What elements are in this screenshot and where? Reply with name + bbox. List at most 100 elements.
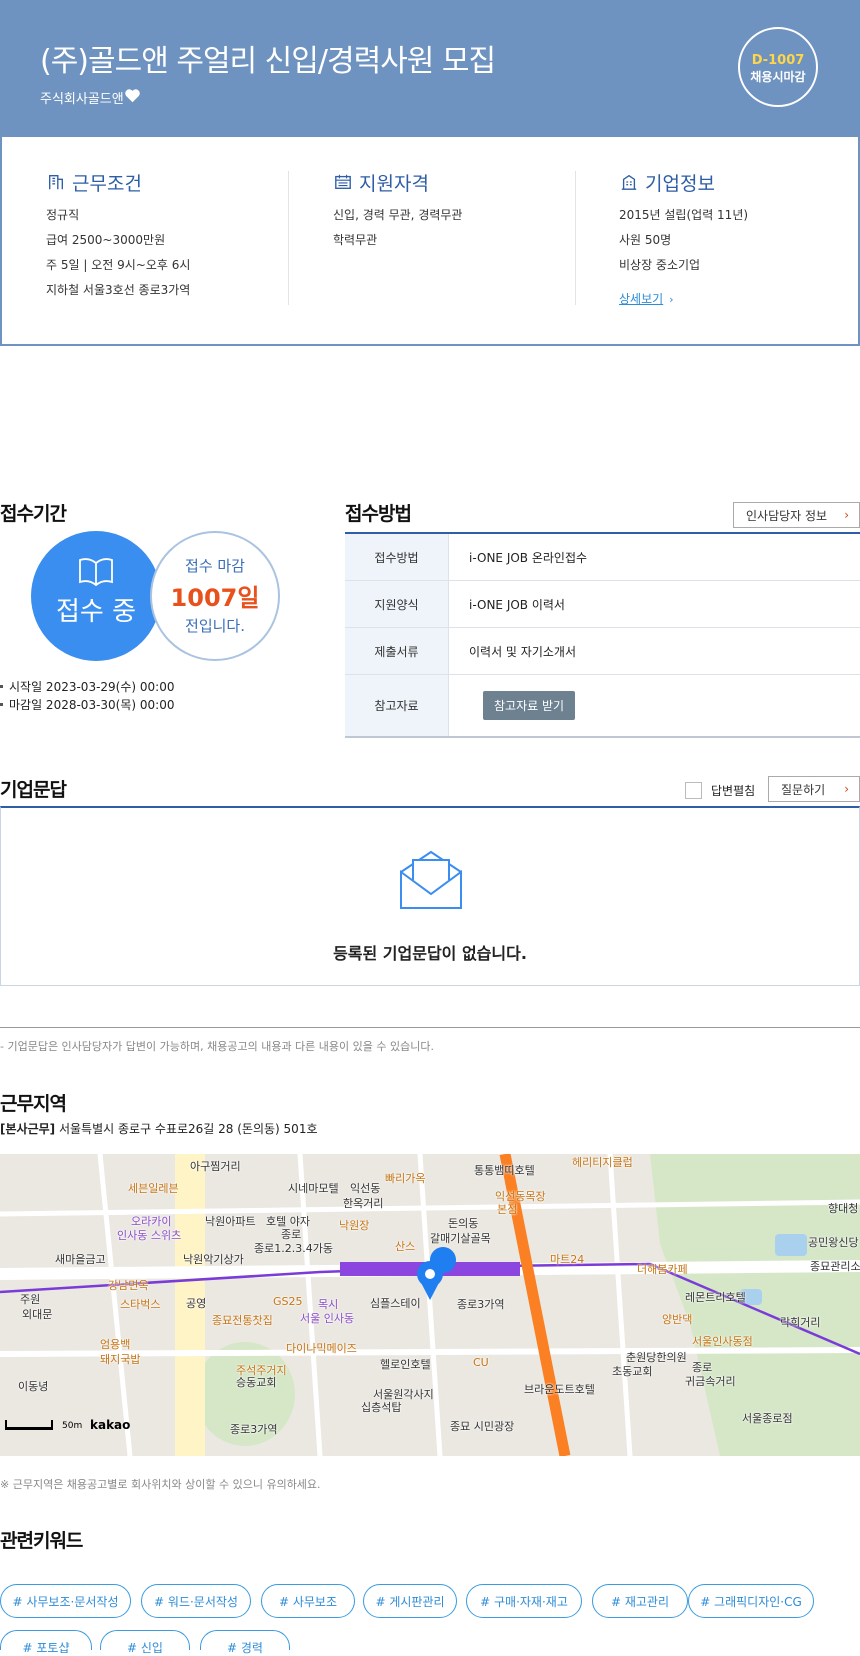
- location-title: 근무지역: [0, 1093, 67, 1115]
- heart-icon[interactable]: [124, 87, 141, 104]
- map-scale: 50m: [62, 1421, 83, 1431]
- qna-panel: 등록된 기업문답이 없습니다.: [0, 806, 860, 986]
- dday-count: D-1007: [751, 53, 805, 68]
- map-label: 종로3가역: [457, 1298, 505, 1311]
- deadline-label: 채용시마감: [750, 70, 806, 84]
- map-label: 브라운도트호텔: [524, 1383, 595, 1396]
- qna-empty-message: 등록된 기업문답이 없습니다.: [333, 944, 527, 963]
- work-conditions: 근무조건 정규직 급여 2500~3000만원 주 5일 | 오전 9시~오후 …: [46, 169, 191, 298]
- keywords-title: 관련키워드: [0, 1530, 83, 1552]
- qualification-item: 학력무관: [333, 233, 378, 247]
- map-label: 엄용백: [100, 1338, 131, 1351]
- divider: [575, 171, 576, 305]
- map-label: 익선동: [350, 1182, 381, 1195]
- method-title: 접수방법: [345, 503, 412, 525]
- keyword-tag[interactable]: # 사무보조: [261, 1584, 355, 1618]
- map-label: 낙원장: [339, 1219, 370, 1232]
- row-key: 지원양식: [345, 581, 449, 627]
- map-label: 공영: [186, 1297, 207, 1310]
- office-icon: [621, 174, 637, 190]
- map-label: 이동녕: [18, 1380, 49, 1393]
- row-key: 제출서류: [345, 628, 449, 674]
- row-value: i-ONE JOB 온라인접수: [469, 550, 588, 565]
- company-item: 비상장 중소기업: [619, 258, 701, 272]
- deadline-circle: 접수 마감 1007일 전입니다.: [150, 531, 280, 661]
- map-label: 새마을금고: [55, 1253, 106, 1266]
- company-info-title: 기업정보: [645, 172, 715, 195]
- map-label: CU: [473, 1356, 489, 1369]
- map-label: 종로3가역: [230, 1423, 278, 1436]
- deadline-days: 1007일: [170, 584, 260, 612]
- envelope-icon: [400, 850, 462, 909]
- keyword-tag[interactable]: # 사무보조·문서작성: [0, 1584, 131, 1618]
- keyword-tag[interactable]: # 구매·자재·재고: [466, 1584, 582, 1618]
- building-icon: [49, 175, 63, 190]
- map-label: 돈의동: [448, 1217, 479, 1230]
- keyword-tag[interactable]: # 포토샵: [0, 1630, 92, 1655]
- qna-title: 기업문답: [0, 779, 67, 801]
- keyword-tag[interactable]: # 재고관리: [592, 1584, 688, 1618]
- map-label: 강남면옥: [108, 1279, 149, 1292]
- keyword-tag[interactable]: # 그래픽디자인·CG: [688, 1584, 814, 1618]
- receipt-status-circle: 접수 중: [31, 531, 161, 661]
- company-detail-link[interactable]: 상세보기: [619, 292, 663, 306]
- book-icon: [79, 558, 113, 586]
- office-tag: [본사근무]: [0, 1122, 56, 1136]
- map-label: 갈매기살골목: [430, 1232, 491, 1245]
- ask-question-button[interactable]: 질문하기 ›: [768, 776, 860, 802]
- period-title: 접수기간: [0, 503, 67, 525]
- work-address: [본사근무] 서울특별시 종로구 수표로26길 28 (돈의동) 501호: [0, 1120, 318, 1137]
- keyword-tag[interactable]: # 워드·문서작성: [141, 1584, 251, 1618]
- map-label: 공민왕신당: [808, 1236, 859, 1249]
- map-label: 레몬트리호텔: [685, 1291, 746, 1304]
- keyword-tag[interactable]: # 경력: [200, 1630, 290, 1655]
- map-label: 심플스테이: [370, 1297, 421, 1310]
- ask-question-label: 질문하기: [781, 782, 826, 797]
- method-table: 접수방법 i-ONE JOB 온라인접수 지원양식 i-ONE JOB 이력서 제출…: [345, 532, 860, 738]
- map-label: 락희거리: [780, 1316, 821, 1329]
- chevron-right-icon: ›: [844, 508, 849, 522]
- job-title: (주)골드앤 주얼리 신입/경력사원 모집: [40, 44, 496, 79]
- company-name[interactable]: 주식회사골드앤: [40, 88, 124, 107]
- map-label: 통통뱀띠호텔: [474, 1164, 535, 1177]
- company-item: 사원 50명: [619, 233, 672, 247]
- map-label: 산스: [395, 1240, 416, 1253]
- map-label: 헤리티지클럽: [572, 1156, 633, 1169]
- map-brand: kakao: [90, 1418, 131, 1432]
- work-item: 지하철 서울3호선 종로3가역: [46, 283, 191, 297]
- map-label: 종묘전통찻집: [212, 1314, 273, 1327]
- chevron-right-icon: ›: [669, 293, 674, 306]
- map-label: 서울 인사동: [300, 1312, 355, 1325]
- table-row: 지원양식 i-ONE JOB 이력서: [345, 581, 860, 628]
- map-label: 다이나믹메이즈: [286, 1342, 357, 1355]
- location-map[interactable]: 아구찜거리 세븐일레븐 시네마모텔 빠리가옥 통통뱀띠호텔 헤리티지클럽 익선동 한옥거리 익선…: [0, 1154, 860, 1456]
- company-item: 2015년 설립(업력 11년): [619, 208, 749, 222]
- expand-answers-label[interactable]: 답변펼침: [711, 782, 755, 799]
- hr-contact-button[interactable]: 인사담당자 정보 ›: [733, 502, 860, 528]
- work-title: 근무조건: [72, 172, 142, 195]
- row-value: 이력서 및 자기소개서: [469, 644, 576, 659]
- keyword-tag[interactable]: # 게시판관리: [363, 1584, 457, 1618]
- expand-answers-checkbox[interactable]: [685, 782, 702, 799]
- map-label: 십층석탑: [361, 1401, 402, 1414]
- map-label: 서울인사동점: [692, 1335, 753, 1348]
- keyword-tag[interactable]: # 신입: [100, 1630, 190, 1655]
- work-item: 급여 2500~3000만원: [46, 233, 166, 247]
- map-label: 스타벅스: [120, 1298, 161, 1311]
- hr-contact-label: 인사담당자 정보: [746, 508, 828, 523]
- map-label: 주원: [20, 1293, 41, 1306]
- reference-download-button[interactable]: 참고자료 받기: [483, 691, 576, 720]
- chevron-right-icon: ›: [844, 782, 849, 796]
- deadline-top: 접수 마감: [185, 557, 245, 575]
- calendar-icon: [335, 174, 351, 189]
- map-label: 서울종로점: [742, 1412, 793, 1425]
- deadline-bottom: 전입니다.: [185, 617, 245, 635]
- dday-badge: D-1007 채용시마감: [738, 27, 818, 107]
- map-label: 돼지국밥: [100, 1353, 141, 1366]
- map-label: 마트24: [550, 1253, 585, 1266]
- map-label: 향대청: [828, 1202, 859, 1215]
- table-row: 접수방법 i-ONE JOB 온라인접수: [345, 534, 860, 581]
- location-note: ※ 근무지역은 채용공고별로 회사위치와 상이할 수 있으니 유의하세요.: [0, 1478, 321, 1491]
- end-date: 마감일 2028-03-30(목) 00:00: [9, 698, 175, 712]
- qna-note: - 기업문답은 인사담당자가 답변이 가능하며, 채용공고의 내용과 다른 내용…: [0, 1040, 434, 1053]
